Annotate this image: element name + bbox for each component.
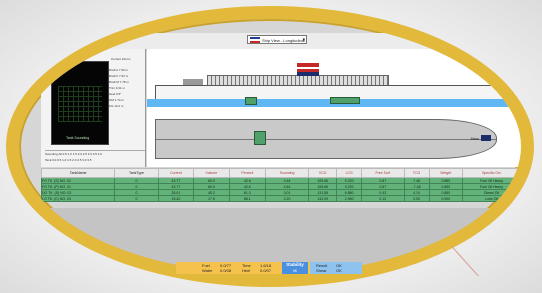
col-header[interactable]: Volume xyxy=(193,168,230,178)
table-cell: 0 xyxy=(114,195,159,202)
hull-plan-view xyxy=(155,119,497,159)
table-cell: Lube Oil xyxy=(462,195,521,202)
chevron-down-icon: ▾ xyxy=(302,37,305,43)
result-2-value: OK xyxy=(336,268,342,273)
col-header[interactable]: LCG xyxy=(336,168,362,178)
stability-indicator[interactable]: Stability 0K xyxy=(282,262,308,274)
table-cell: 142.09 xyxy=(308,195,338,202)
table-cell: 15.42 xyxy=(157,195,195,202)
heel-label: Heel xyxy=(242,268,251,273)
table-cell: 88.1 xyxy=(228,195,267,202)
col-header[interactable]: Percent xyxy=(228,168,267,178)
tank-marker-plan[interactable] xyxy=(254,131,266,145)
mass-label: Mass xyxy=(470,137,479,141)
heel-value: 0.0/07 xyxy=(260,268,272,273)
vessel-profile-view[interactable]: Mass xyxy=(147,49,521,167)
water-label: Water xyxy=(202,268,213,273)
table-cell: 2.20 xyxy=(265,195,310,202)
table-cell: 17.5 xyxy=(193,195,230,202)
magnifier-frame: Ship View - Longitudinal ▾ Tank Sounding… xyxy=(6,6,534,287)
condition-title: Current Inform xyxy=(111,57,131,61)
col-header[interactable]: TankType xyxy=(114,168,159,178)
table-cell: 2.960 xyxy=(336,195,362,202)
table-cell: LO TK. (C) NO. 03 xyxy=(40,195,116,202)
tank-table: TankName TankType Current Volume Percent… xyxy=(40,168,521,208)
stability-status: 0K xyxy=(292,269,298,273)
table-row[interactable]: LO TK. (C) NO. 03 0 15.42 17.5 88.1 2.20 142.0… xyxy=(40,195,521,202)
set-button[interactable] xyxy=(481,135,491,141)
table-cell: 0.900 xyxy=(428,195,464,202)
col-header[interactable]: VCG xyxy=(308,168,338,178)
condition-list: Draft A 7.93 m Draft F 7.62 m Draft M 7.… xyxy=(109,67,145,109)
condition-row: KG 13.2 m xyxy=(109,104,124,108)
sounding-display: Tank Sounding xyxy=(51,61,109,145)
app-screen: Ship View - Longitudinal ▾ Tank Sounding… xyxy=(19,19,521,274)
table-cell: 0.12 xyxy=(360,195,405,202)
result-2-label: Shear xyxy=(316,268,327,273)
status-bar: Fuel 0.0/77 Water 0.0/08 Time 1.6/18 Hee… xyxy=(176,262,362,274)
col-header[interactable]: Weight xyxy=(428,168,464,178)
col-header[interactable]: TCG xyxy=(403,168,430,178)
water-value: 0.0/08 xyxy=(220,268,232,273)
col-header[interactable]: Sounding xyxy=(265,168,310,178)
view-select[interactable]: Ship View - Longitudinal ▾ xyxy=(247,35,307,44)
table-header-row: TankName TankType Current Volume Percent… xyxy=(40,168,521,178)
col-header[interactable]: Current xyxy=(157,168,195,178)
sounding-grid xyxy=(58,86,102,122)
sounding-scale-line-2: Tank 0.0 0.5 1.0 1.5 2.0 2.5 3.0 3.5 xyxy=(45,158,92,162)
top-toolbar: Ship View - Longitudinal ▾ xyxy=(19,33,521,50)
col-header[interactable]: TankName xyxy=(40,168,116,178)
tank-marker-side[interactable] xyxy=(245,97,257,105)
result-panel: Result OK Shear OK xyxy=(310,262,362,274)
table-cell: 0.00 xyxy=(403,195,430,202)
col-header[interactable]: Specific Grv xyxy=(462,168,521,178)
col-header[interactable]: Free Surf xyxy=(360,168,405,178)
tank-marker-side[interactable] xyxy=(330,97,360,104)
view-select-value: Ship View - Longitudinal xyxy=(262,38,305,43)
centerline xyxy=(156,139,496,140)
funnel xyxy=(297,63,319,76)
sounding-display-label: Tank Sounding xyxy=(66,136,90,140)
sounding-scale: Sounding Alt 0.5 1.0 1.5 2.0 2.5 3.0 3.5… xyxy=(45,150,145,165)
left-info-panel: Tank Sounding Current Inform Draft A 7.9… xyxy=(41,49,146,167)
stability-label: Stability xyxy=(286,262,304,267)
flag-icon xyxy=(250,37,260,43)
